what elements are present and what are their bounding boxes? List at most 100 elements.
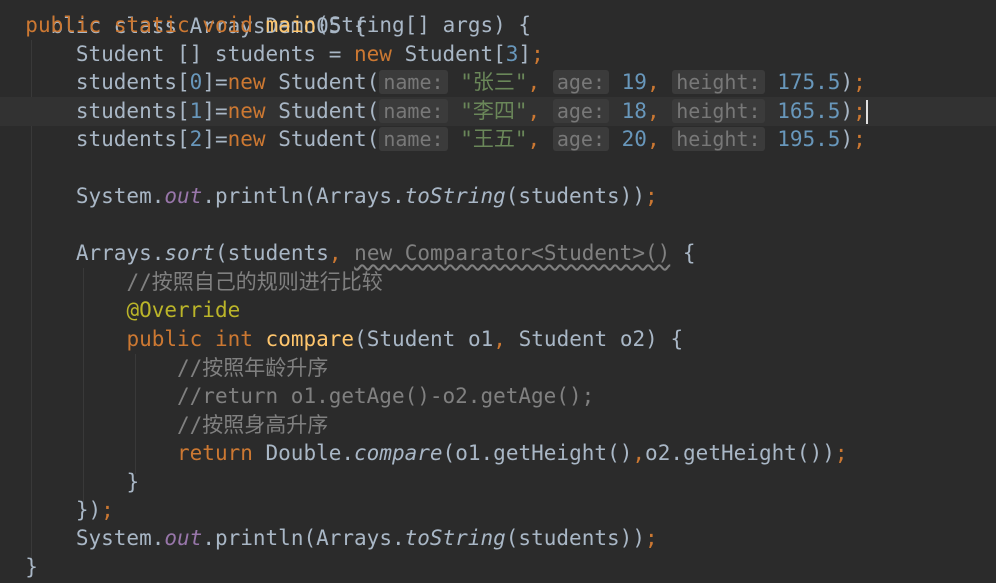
- double-class: Double.: [252, 441, 355, 465]
- code-line-comment-age: //按照年龄升序: [0, 354, 996, 383]
- student-assign-prefix: students[: [75, 127, 190, 151]
- method-name-main: main: [265, 13, 317, 37]
- double-compare-call: compare: [354, 441, 443, 465]
- code-line-comment-return: //return o1.getAge()-o2.getAge();: [0, 382, 996, 411]
- comma: ,: [646, 70, 660, 94]
- sort-brace: {: [670, 241, 696, 265]
- keyword-static: static: [113, 13, 190, 37]
- code-line-student-0: students[0]=new Student(name: "张三", age:…: [0, 68, 996, 97]
- student-name-value: "王五": [460, 127, 528, 151]
- student-name-value: "李四": [460, 99, 528, 123]
- println-args: (students));: [505, 526, 658, 550]
- sort-call: sort: [164, 241, 215, 265]
- student-assign-mid: ]=: [202, 70, 228, 94]
- code-line-student-2: students[2]=new Student(name: "王五", age:…: [0, 125, 996, 154]
- code-line-compare-signature: public int compare(Student o1, Student o…: [0, 325, 996, 354]
- keyword-void: void: [202, 13, 253, 37]
- comment-age: //按照年龄升序: [177, 356, 329, 380]
- comma: ,: [527, 99, 541, 123]
- comment-return: //return o1.getAge()-o2.getAge();: [177, 384, 595, 408]
- code-line-main-signature: public static void main(String[] args) {: [0, 11, 996, 40]
- student-assign-prefix: students[: [75, 70, 190, 94]
- param-hint-height: height:: [672, 127, 765, 151]
- system-class: System.: [75, 184, 165, 208]
- override-annotation: @Override: [126, 298, 241, 322]
- comment-height: //按照身高升序: [177, 413, 329, 437]
- static-field-out: out: [164, 526, 203, 550]
- array-decl-ctor: Student[: [391, 42, 506, 66]
- close-brace-main: }: [25, 555, 38, 579]
- student-assign-prefix: students[: [75, 99, 190, 123]
- keyword-return: return: [177, 441, 253, 465]
- student-index: 1: [189, 99, 203, 123]
- println-call: .println(Arrays.: [202, 526, 405, 550]
- keyword-public: public: [25, 13, 102, 37]
- compare-params: (Student o1, Student o2) {: [354, 327, 684, 351]
- param-hint-age: age:: [552, 99, 609, 123]
- student-name-value: "张三": [460, 70, 528, 94]
- student-age-value: 18: [621, 99, 647, 123]
- student-index: 0: [189, 70, 203, 94]
- param-hint-height: height:: [672, 70, 765, 94]
- code-line-class-header: blic class ArraysDemo05 {: [0, 0, 996, 38]
- code-line-return: return Double.compare(o1.getHeight(),o2.…: [0, 439, 996, 468]
- comma: ,: [527, 70, 541, 94]
- code-line-comment-rule: //按照自己的规则进行比较: [0, 268, 996, 297]
- student-ctor: Student(: [265, 99, 380, 123]
- main-params: (String[] args) {: [316, 13, 532, 37]
- println-args: (students));: [505, 184, 658, 208]
- student-line-end: );: [840, 127, 866, 151]
- student-ctor: Student(: [265, 127, 380, 151]
- println-call: .println(Arrays.: [202, 184, 405, 208]
- param-hint-age: age:: [552, 127, 609, 151]
- keyword-public: public: [126, 327, 203, 351]
- tostring-call: toString: [404, 184, 506, 208]
- student-index: 2: [189, 127, 203, 151]
- keyword-new: new: [354, 42, 392, 66]
- param-hint-name: name:: [379, 70, 448, 94]
- close-sort: });: [75, 498, 114, 522]
- method-name-compare: compare: [265, 327, 355, 351]
- code-line-arrays-sort: Arrays.sort(students, new Comparator<Stu…: [0, 239, 996, 268]
- code-line-array-decl: Student [] students = new Student[3];: [0, 40, 996, 69]
- keyword-new: new: [227, 127, 266, 151]
- student-height-value: 165.5: [777, 99, 841, 123]
- student-assign-mid: ]=: [202, 127, 228, 151]
- param-hint-age: age:: [552, 70, 609, 94]
- param-hint-name: name:: [379, 127, 448, 151]
- anonymous-comparator-warning: new Comparator<Student>(): [354, 241, 671, 265]
- code-line-close-method: }: [0, 468, 996, 497]
- student-age-value: 19: [621, 70, 647, 94]
- code-line-student-1: students[1]=new Student(name: "李四", age:…: [0, 97, 996, 126]
- text-cursor: [865, 100, 868, 124]
- keyword-new: new: [227, 99, 266, 123]
- param-hint-height: height:: [672, 99, 765, 123]
- comma: ,: [646, 99, 660, 123]
- code-line-close-main: }: [0, 553, 996, 582]
- array-decl-end: ];: [518, 42, 544, 66]
- student-assign-mid: ]=: [202, 99, 228, 123]
- system-class: System.: [75, 526, 165, 550]
- comma: ,: [527, 127, 541, 151]
- tostring-call: toString: [404, 526, 506, 550]
- student-height-value: 195.5: [777, 127, 841, 151]
- code-line-close-sort: });: [0, 496, 996, 525]
- code-editor[interactable]: blic class ArraysDemo05 { public static …: [0, 0, 996, 583]
- return-args: (o1.getHeight(),o2.getHeight());: [442, 441, 848, 465]
- code-line-comment-height: //按照身高升序: [0, 411, 996, 440]
- comment-rule: //按照自己的规则进行比较: [126, 270, 383, 294]
- student-line-end: );: [840, 99, 866, 123]
- array-decl-type: Student [] students =: [75, 42, 355, 66]
- student-height-value: 175.5: [777, 70, 841, 94]
- close-brace: }: [126, 470, 140, 494]
- array-size: 3: [505, 42, 519, 66]
- code-line-println-1: System.out.println(Arrays.toString(stude…: [0, 182, 996, 211]
- student-ctor: Student(: [265, 70, 380, 94]
- static-field-out: out: [164, 184, 203, 208]
- keyword-new: new: [227, 70, 266, 94]
- arrays-class: Arrays.: [75, 241, 165, 265]
- keyword-int: int: [214, 327, 253, 351]
- code-line-override: @Override: [0, 296, 996, 325]
- code-line-println-2: System.out.println(Arrays.toString(stude…: [0, 524, 996, 553]
- param-hint-name: name:: [379, 99, 448, 123]
